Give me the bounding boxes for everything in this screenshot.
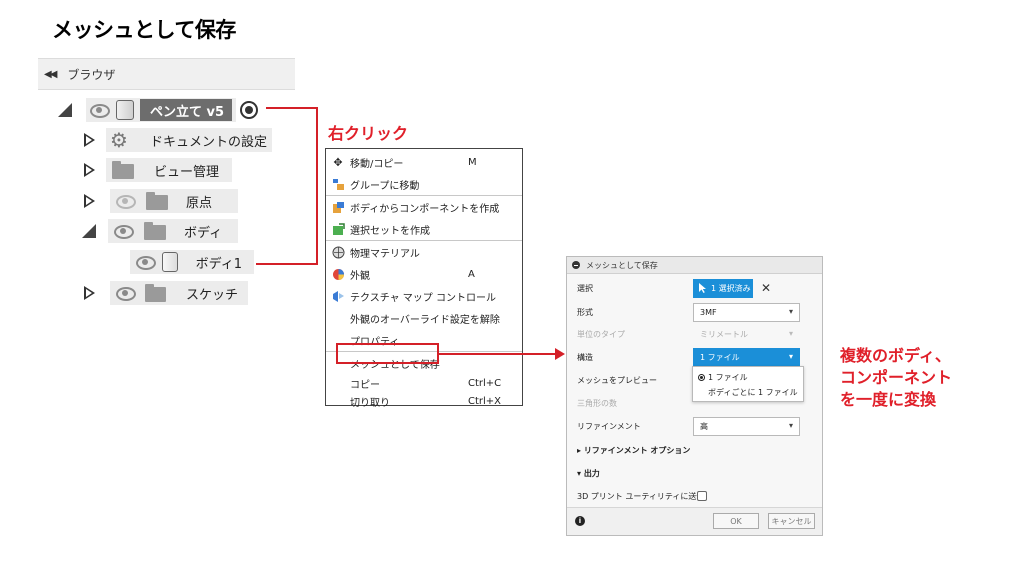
dialog-footer: i OK キャンセル xyxy=(567,507,822,535)
row-format: 形式 3MF xyxy=(567,301,822,323)
unit-dropdown: ミリメートル xyxy=(693,325,800,344)
eye-hidden-icon[interactable] xyxy=(116,195,136,209)
send-to-3d-checkbox[interactable] xyxy=(697,491,707,501)
menu-item-texture-map[interactable]: テクスチャ マップ コントロール xyxy=(326,285,522,307)
menu-item-move-copy[interactable]: ✥ 移動/コピー M xyxy=(326,151,522,173)
connector-line xyxy=(266,107,318,109)
save-as-mesh-highlight xyxy=(336,343,439,364)
tree-label: ボディ xyxy=(184,225,223,241)
tree-row-doc-settings[interactable]: ⚙ ドキュメントの設定 xyxy=(84,128,272,152)
move-icon: ✥ xyxy=(333,155,343,169)
arrow-line xyxy=(439,353,557,355)
menu-item-move-to-group[interactable]: グループに移動 xyxy=(326,173,522,195)
folder-icon xyxy=(144,222,166,240)
eye-icon[interactable] xyxy=(136,256,156,270)
folder-icon xyxy=(145,284,166,302)
row-refinement: リファインメント 高 xyxy=(567,415,822,437)
collapse-dialog-icon[interactable] xyxy=(572,261,580,269)
browser-panel-header[interactable]: ◀◀ ブラウザ xyxy=(38,58,295,90)
material-sphere-icon xyxy=(331,245,345,259)
collapsed-triangle-icon[interactable] xyxy=(84,285,96,301)
row-send-3d: 3D プリント ユーティリティに送信 xyxy=(567,485,822,507)
folder-icon xyxy=(112,161,134,179)
group-icon xyxy=(331,177,345,191)
dialog-title: メッシュとして保存 xyxy=(586,260,658,270)
collapse-icon[interactable]: ◀◀ xyxy=(44,69,57,80)
gear-icon: ⚙ xyxy=(110,128,128,152)
folder-icon xyxy=(146,192,168,210)
tree-row-body1[interactable]: ボディ1 xyxy=(130,250,254,274)
expanded-triangle-icon[interactable] xyxy=(82,224,96,238)
arrow-head-icon xyxy=(555,348,565,360)
menu-item-cut[interactable]: 切り取り Ctrl+X xyxy=(326,392,522,410)
tree-row-origin[interactable]: 原点 xyxy=(84,189,238,213)
menu-item-appearance[interactable]: 外観 A xyxy=(326,263,522,285)
row-unit: 単位のタイプ ミリメートル xyxy=(567,323,822,345)
collapsed-triangle-icon[interactable] xyxy=(84,162,96,178)
tree-row-component[interactable]: ペン立て v5 xyxy=(58,98,259,122)
body-icon xyxy=(161,252,178,272)
component-label[interactable]: ペン立て v5 xyxy=(140,99,233,121)
structure-option-per-body[interactable]: ボディごとに 1 ファイル xyxy=(693,385,803,400)
tree-label: ボディ1 xyxy=(195,256,242,272)
structure-options-list: 1 ファイル ボディごとに 1 ファイル xyxy=(692,366,804,402)
component-icon xyxy=(116,100,134,120)
clear-selection-icon[interactable]: ✕ xyxy=(761,281,771,295)
tree-label: ビュー管理 xyxy=(154,164,220,180)
selection-button[interactable]: 1 選択済み xyxy=(693,278,753,298)
output-section[interactable]: ▾ 出力 xyxy=(577,468,600,479)
menu-item-remove-override[interactable]: 外観のオーバーライド設定を解除 xyxy=(326,307,522,329)
eye-icon[interactable] xyxy=(116,287,137,301)
selection-set-icon xyxy=(331,222,345,236)
structure-dropdown[interactable]: 1 ファイル xyxy=(693,347,800,367)
cursor-icon xyxy=(699,283,706,293)
texture-map-icon xyxy=(331,289,345,303)
menu-item-copy[interactable]: コピー Ctrl+C xyxy=(326,374,522,392)
structure-option-single[interactable]: 1 ファイル xyxy=(693,370,803,385)
tree-row-view-mgmt[interactable]: ビュー管理 xyxy=(84,158,232,182)
page-title: メッシュとして保存 xyxy=(52,18,236,42)
activate-radio-icon[interactable] xyxy=(240,101,259,119)
eye-icon[interactable] xyxy=(114,225,134,239)
tree-label: ドキュメントの設定 xyxy=(149,134,267,150)
collapsed-triangle-icon[interactable] xyxy=(84,132,96,148)
expanded-triangle-icon[interactable] xyxy=(58,103,72,117)
info-icon[interactable]: i xyxy=(575,516,585,526)
conversion-note: 複数のボディ、 コンポーネント を一度に変換 xyxy=(840,346,953,409)
refinement-dropdown[interactable]: 高 xyxy=(693,416,800,436)
eye-icon[interactable] xyxy=(90,104,110,118)
right-click-annotation: 右クリック xyxy=(328,124,409,143)
row-structure: 構造 1 ファイル xyxy=(567,346,822,368)
dialog-header[interactable]: メッシュとして保存 xyxy=(567,257,822,274)
refinement-options-section[interactable]: ▸ リファインメント オプション xyxy=(577,445,690,456)
row-selection: 選択 1 選択済み ✕ xyxy=(567,277,822,299)
menu-item-create-component[interactable]: ボディからコンポーネントを作成 xyxy=(326,196,522,218)
ok-button[interactable]: OK xyxy=(713,513,759,529)
tree-row-bodies[interactable]: ボディ xyxy=(82,219,238,243)
format-dropdown[interactable]: 3MF xyxy=(693,302,800,322)
browser-title: ブラウザ xyxy=(67,67,116,82)
context-menu: ✥ 移動/コピー M グループに移動 ボディからコンポーネントを作成 選択セット… xyxy=(325,148,523,409)
radio-selected-icon xyxy=(698,374,705,381)
tree-label: 原点 xyxy=(186,195,213,211)
menu-item-physical-material[interactable]: 物理マテリアル xyxy=(326,241,522,263)
collapsed-triangle-icon[interactable] xyxy=(84,193,96,209)
tree-row-sketches[interactable]: スケッチ xyxy=(84,281,248,305)
menu-item-create-selection-set[interactable]: 選択セットを作成 xyxy=(326,218,522,240)
appearance-icon xyxy=(331,267,345,281)
connector-line xyxy=(316,107,318,265)
component-from-body-icon xyxy=(331,200,345,214)
tree-label: スケッチ xyxy=(185,287,238,303)
connector-line xyxy=(256,263,318,265)
cancel-button[interactable]: キャンセル xyxy=(768,513,815,529)
